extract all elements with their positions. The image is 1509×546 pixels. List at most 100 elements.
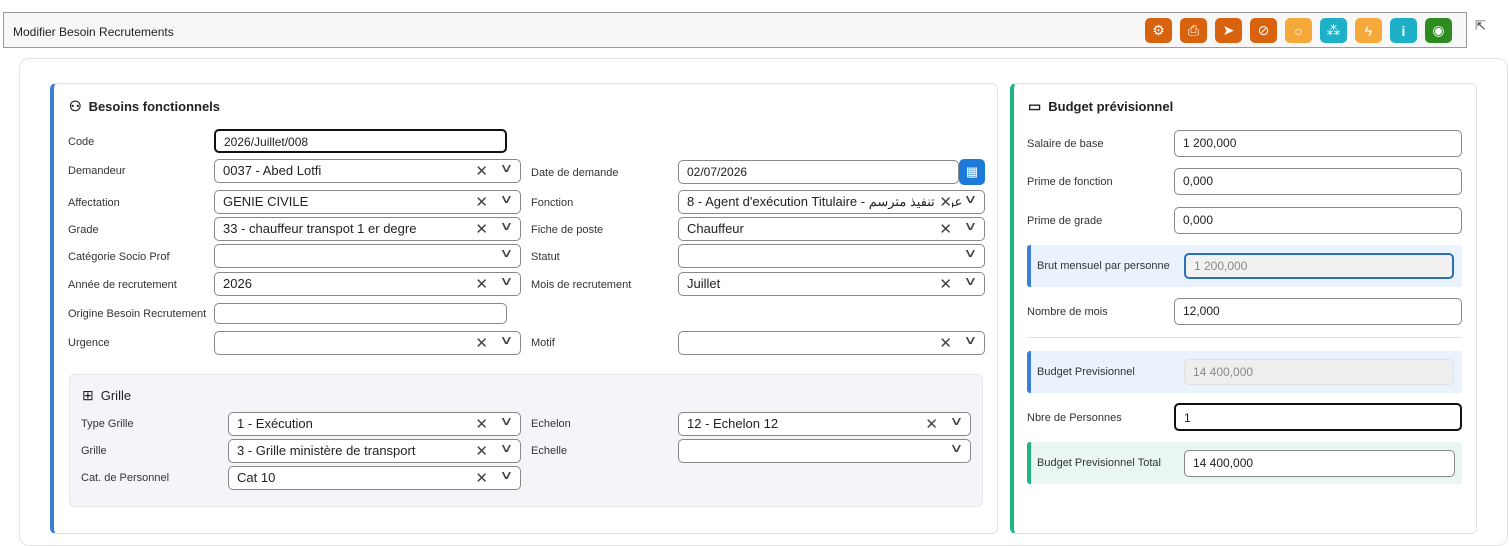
print-icon: ⎙ [1187, 22, 1200, 38]
budget-total-label: Budget Previsionnel Total [1037, 457, 1161, 469]
origine-field[interactable] [214, 303, 507, 324]
date-demande-label: Date de demande [531, 167, 619, 179]
echelle-select[interactable]: ∨ [678, 439, 971, 463]
workflow-icon: ⚙ [1152, 22, 1165, 38]
clear-icon[interactable]: ✕ [475, 334, 488, 352]
clear-icon[interactable]: ✕ [475, 415, 488, 433]
wallet-icon: ▭ [1028, 98, 1042, 114]
fonction-label: Fonction [531, 197, 574, 209]
affectation-select[interactable]: GENIE CIVILE ✕ ∨ [214, 190, 521, 214]
chevron-down-icon[interactable]: ∨ [500, 333, 514, 347]
motif-select[interactable]: ✕ ∨ [678, 331, 985, 355]
chevron-down-icon[interactable]: ∨ [500, 219, 514, 233]
divider [1027, 337, 1462, 338]
budget-total-field[interactable]: 14 400,000 [1184, 450, 1455, 477]
chevron-down-icon[interactable]: ∨ [964, 246, 978, 260]
chevron-down-icon[interactable]: ∨ [500, 414, 514, 428]
calendar-button[interactable]: ▦ [959, 159, 985, 185]
motif-label: Motif [531, 337, 555, 349]
users-icon: ⚇ [69, 98, 82, 114]
attachment-icon: ⊘ [1257, 22, 1270, 38]
code-field[interactable]: 2026/Juillet/008 [214, 129, 507, 153]
clear-icon[interactable]: ✕ [939, 193, 952, 211]
chevron-down-icon[interactable]: ∨ [964, 333, 978, 347]
chevron-down-icon[interactable]: ∨ [950, 414, 964, 428]
bolt-icon: ϟ [1364, 22, 1373, 39]
chevron-down-icon[interactable]: ∨ [964, 274, 978, 288]
clear-icon[interactable]: ✕ [939, 334, 952, 352]
echelle-label: Echelle [531, 445, 568, 457]
chevron-down-icon[interactable]: ∨ [500, 246, 514, 260]
grid-icon: ⊞ [82, 387, 94, 403]
mois-label: Mois de recrutement [531, 279, 632, 291]
salaire-base-field[interactable]: 1 200,000 [1174, 130, 1462, 157]
budget-prev-label: Budget Previsionnel [1037, 366, 1135, 378]
chevron-down-icon[interactable]: ∨ [500, 161, 514, 175]
form-header: Modifier Besoin Recrutements [3, 12, 1467, 48]
categorie-select[interactable]: ∨ [214, 244, 521, 268]
clear-icon[interactable]: ✕ [475, 442, 488, 460]
grille-select[interactable]: 3 - Grille ministère de transport ✕ ∨ [228, 439, 521, 463]
prime-fonction-field[interactable]: 0,000 [1174, 168, 1462, 195]
echelon-select[interactable]: 12 - Echelon 12 ✕ ∨ [678, 412, 971, 436]
type-grille-label: Type Grille [81, 418, 134, 430]
fiche-poste-label: Fiche de poste [531, 224, 604, 236]
chevron-down-icon[interactable]: ∨ [500, 274, 514, 288]
send-button[interactable]: ➤ [1215, 18, 1242, 43]
salaire-base-label: Salaire de base [1027, 138, 1104, 150]
echelon-label: Echelon [531, 418, 571, 430]
prime-grade-field[interactable]: 0,000 [1174, 207, 1462, 234]
bolt-button[interactable]: ϟ [1355, 18, 1382, 43]
hierarchy-button[interactable]: ⁂ [1320, 18, 1347, 43]
clear-icon[interactable]: ✕ [925, 415, 938, 433]
chevron-down-icon[interactable]: ∨ [500, 192, 514, 206]
attachment-button[interactable]: ⊘ [1250, 18, 1277, 43]
demandeur-select[interactable]: 0037 - Abed Lotfi ✕ ∨ [214, 159, 521, 183]
clear-icon[interactable]: ✕ [939, 275, 952, 293]
calendar-icon: ▦ [965, 164, 979, 179]
origine-label: Origine Besoin Recrutement [68, 308, 207, 320]
fiche-poste-select[interactable]: Chauffeur ✕ ∨ [678, 217, 985, 241]
workflow-button[interactable]: ⚙ [1145, 18, 1172, 43]
print-button[interactable]: ⎙ [1180, 18, 1207, 43]
comment-icon: ○ [1294, 22, 1303, 39]
nbre-personnes-field[interactable]: 1 [1174, 403, 1462, 431]
clear-icon[interactable]: ✕ [475, 220, 488, 238]
clear-icon[interactable]: ✕ [475, 275, 488, 293]
chevron-down-icon[interactable]: ∨ [963, 192, 978, 206]
chevron-down-icon[interactable]: ∨ [500, 441, 514, 455]
date-demande-field[interactable]: 02/07/2026 [678, 160, 959, 184]
chevron-down-icon[interactable]: ∨ [950, 441, 964, 455]
nombre-mois-label: Nombre de mois [1027, 306, 1108, 318]
prime-grade-label: Prime de grade [1027, 215, 1103, 227]
prime-fonction-label: Prime de fonction [1027, 176, 1113, 188]
grade-label: Grade [68, 224, 99, 236]
clear-icon[interactable]: ✕ [939, 220, 952, 238]
annee-select[interactable]: 2026 ✕ ∨ [214, 272, 521, 296]
statut-label: Statut [531, 251, 560, 263]
budget-title: ▭ Budget prévisionnel [1028, 98, 1174, 114]
statut-select[interactable]: ∨ [678, 244, 985, 268]
comment-button[interactable]: ○ [1285, 18, 1312, 43]
grade-select[interactable]: 33 - chauffeur transpot 1 er degre ✕ ∨ [214, 217, 521, 241]
chevron-down-icon[interactable]: ∨ [500, 468, 514, 482]
cat-personnel-label: Cat. de Personnel [81, 472, 170, 484]
grille-label: Grille [81, 445, 107, 457]
annee-label: Année de recrutement [68, 279, 177, 291]
chevron-down-icon[interactable]: ∨ [964, 219, 978, 233]
code-label: Code [68, 136, 95, 148]
cat-personnel-select[interactable]: Cat 10 ✕ ∨ [228, 466, 521, 490]
info-button[interactable]: i [1390, 18, 1417, 43]
view-button[interactable]: ◉ [1425, 18, 1452, 43]
clear-icon[interactable]: ✕ [475, 193, 488, 211]
fonction-select[interactable]: 8 - Agent d'exécution Titulaire - عون تن… [678, 190, 985, 214]
brut-mensuel-field[interactable]: 1 200,000 [1184, 253, 1454, 279]
send-icon: ➤ [1222, 22, 1235, 38]
expand-icon[interactable]: ⇱ [1475, 18, 1490, 33]
urgence-select[interactable]: ✕ ∨ [214, 331, 521, 355]
mois-select[interactable]: Juillet ✕ ∨ [678, 272, 985, 296]
type-grille-select[interactable]: 1 - Exécution ✕ ∨ [228, 412, 521, 436]
clear-icon[interactable]: ✕ [475, 469, 488, 487]
nombre-mois-field[interactable]: 12,000 [1174, 298, 1462, 325]
clear-icon[interactable]: ✕ [475, 162, 488, 180]
